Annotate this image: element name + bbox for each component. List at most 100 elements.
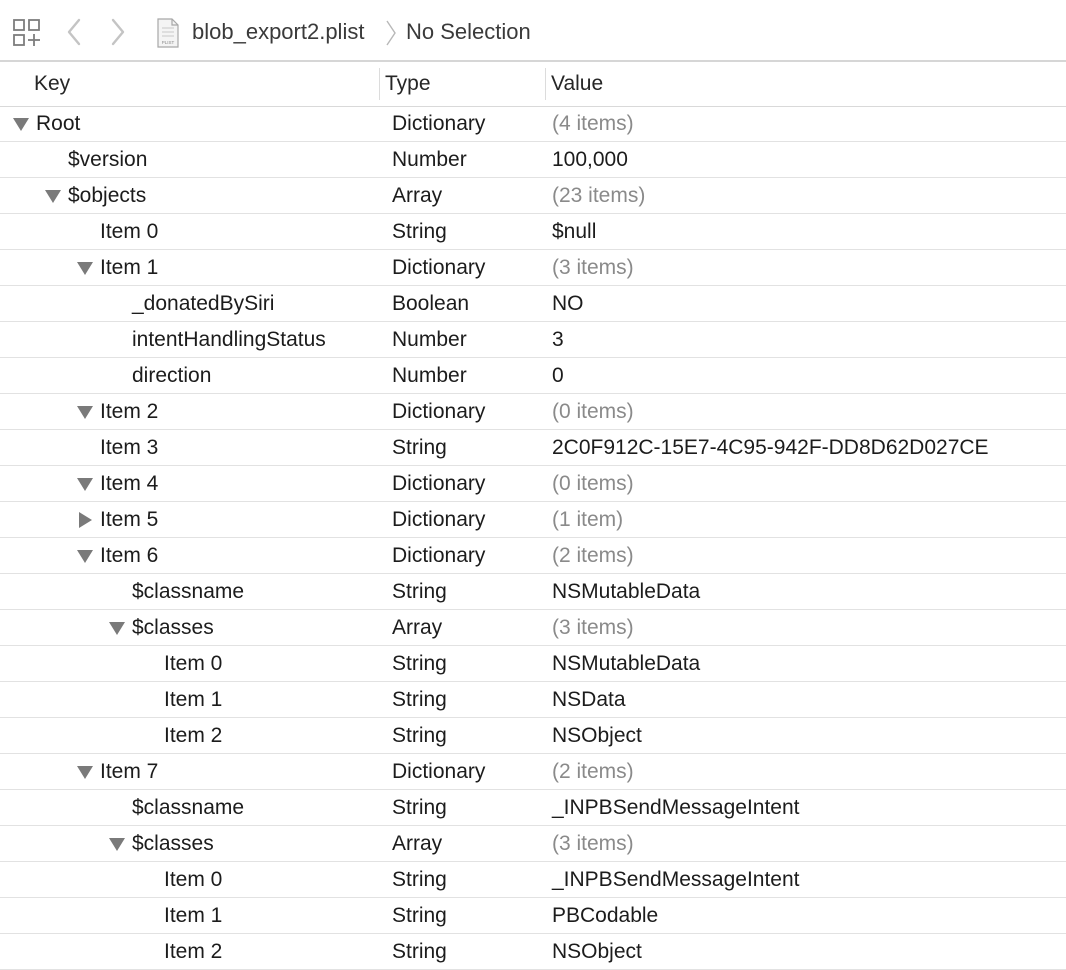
row-type[interactable]: Dictionary [392,502,485,538]
disclosure-triangle-expanded-icon[interactable] [76,476,94,492]
row-key[interactable]: Item 1 [164,898,222,934]
row-type[interactable]: Array [392,610,442,646]
row-type[interactable]: String [392,718,447,754]
table-row[interactable]: Item 0 String _INPBSendMessageIntent [0,862,1066,898]
row-value[interactable]: PBCodable [552,898,658,934]
table-row[interactable]: $classname String NSMutableData [0,574,1066,610]
column-header-key[interactable]: Key [34,62,70,106]
row-type[interactable]: Dictionary [392,538,485,574]
row-type[interactable]: Number [392,322,467,358]
row-value[interactable]: NSObject [552,934,642,970]
row-key[interactable]: $classname [132,790,244,826]
row-key[interactable]: Item 6 [100,538,158,574]
row-key[interactable]: $objects [68,178,146,214]
related-items-grid-icon[interactable] [12,18,42,48]
row-key[interactable]: $classes [132,610,214,646]
table-row[interactable]: Item 1 String PBCodable [0,898,1066,934]
row-type[interactable]: String [392,898,447,934]
row-key[interactable]: Item 0 [164,862,222,898]
row-type[interactable]: Dictionary [392,106,485,142]
row-key[interactable]: Item 0 [164,646,222,682]
row-key[interactable]: $classname [132,574,244,610]
row-key[interactable]: Item 3 [100,430,158,466]
table-row[interactable]: $classname String _INPBSendMessageIntent [0,790,1066,826]
table-row[interactable]: $version Number 100,000 [0,142,1066,178]
row-type[interactable]: String [392,934,447,970]
row-key[interactable]: Item 2 [164,934,222,970]
row-type[interactable]: String [392,682,447,718]
table-row[interactable]: Item 1 Dictionary (3 items) [0,250,1066,286]
table-row[interactable]: Root Dictionary (4 items) [0,106,1066,142]
row-type[interactable]: String [392,646,447,682]
jump-bar-selection[interactable]: No Selection [406,19,531,45]
row-type[interactable]: String [392,790,447,826]
disclosure-triangle-expanded-icon[interactable] [76,764,94,780]
row-key[interactable]: direction [132,358,211,394]
table-row[interactable]: Item 2 Dictionary (0 items) [0,394,1066,430]
table-row[interactable]: Item 0 String NSMutableData [0,646,1066,682]
row-value[interactable]: NSMutableData [552,574,700,610]
row-type[interactable]: String [392,214,447,250]
table-row[interactable]: Item 2 String NSObject [0,718,1066,754]
row-value[interactable]: NSMutableData [552,646,700,682]
disclosure-triangle-expanded-icon[interactable] [44,188,62,204]
row-type[interactable]: Dictionary [392,466,485,502]
table-row[interactable]: intentHandlingStatus Number 3 [0,322,1066,358]
table-row[interactable]: $classes Array (3 items) [0,610,1066,646]
row-value[interactable]: _INPBSendMessageIntent [552,862,800,898]
row-value[interactable]: NSObject [552,718,642,754]
column-divider[interactable] [545,68,546,100]
row-type[interactable]: String [392,430,447,466]
row-type[interactable]: String [392,862,447,898]
table-row[interactable]: direction Number 0 [0,358,1066,394]
table-row[interactable]: Item 2 String NSObject [0,934,1066,970]
row-value[interactable]: 2C0F912C-15E7-4C95-942F-DD8D62D027CE [552,430,989,466]
row-key[interactable]: Root [36,106,80,142]
row-type[interactable]: Dictionary [392,250,485,286]
disclosure-triangle-expanded-icon[interactable] [76,548,94,564]
chevron-left-icon[interactable] [62,16,86,48]
disclosure-triangle-expanded-icon[interactable] [76,404,94,420]
row-key[interactable]: Item 2 [100,394,158,430]
row-type[interactable]: Number [392,142,467,178]
row-value[interactable]: 0 [552,358,564,394]
row-type[interactable]: Number [392,358,467,394]
table-row[interactable]: Item 6 Dictionary (2 items) [0,538,1066,574]
disclosure-triangle-expanded-icon[interactable] [76,260,94,276]
table-row[interactable]: Item 5 Dictionary (1 item) [0,502,1066,538]
row-key[interactable]: intentHandlingStatus [132,322,326,358]
disclosure-triangle-collapsed-icon[interactable] [76,512,94,528]
row-key[interactable]: Item 4 [100,466,158,502]
column-header-type[interactable]: Type [385,62,431,106]
row-type[interactable]: Dictionary [392,394,485,430]
table-row[interactable]: $objects Array (23 items) [0,178,1066,214]
table-row[interactable]: _donatedBySiri Boolean NO [0,286,1066,322]
row-type[interactable]: Array [392,826,442,862]
row-key[interactable]: Item 5 [100,502,158,538]
table-row[interactable]: Item 0 String $null [0,214,1066,250]
disclosure-triangle-expanded-icon[interactable] [12,116,30,132]
row-type[interactable]: String [392,574,447,610]
table-row[interactable]: Item 4 Dictionary (0 items) [0,466,1066,502]
row-value[interactable]: _INPBSendMessageIntent [552,790,800,826]
row-key[interactable]: $version [68,142,147,178]
jump-bar-filename[interactable]: blob_export2.plist [192,19,364,45]
row-type[interactable]: Array [392,178,442,214]
table-row[interactable]: Item 7 Dictionary (2 items) [0,754,1066,790]
row-key[interactable]: Item 1 [164,682,222,718]
disclosure-triangle-expanded-icon[interactable] [108,620,126,636]
row-type[interactable]: Dictionary [392,754,485,790]
row-key[interactable]: Item 0 [100,214,158,250]
row-key[interactable]: Item 7 [100,754,158,790]
row-value[interactable]: NO [552,286,584,322]
row-key[interactable]: _donatedBySiri [132,286,274,322]
plist-file-icon[interactable]: PLIST [156,18,180,48]
row-type[interactable]: Boolean [392,286,469,322]
column-divider[interactable] [379,68,380,100]
row-value[interactable]: $null [552,214,596,250]
column-header-value[interactable]: Value [551,62,603,106]
chevron-right-icon[interactable] [106,16,130,48]
row-key[interactable]: Item 2 [164,718,222,754]
disclosure-triangle-expanded-icon[interactable] [108,836,126,852]
row-value[interactable]: NSData [552,682,626,718]
